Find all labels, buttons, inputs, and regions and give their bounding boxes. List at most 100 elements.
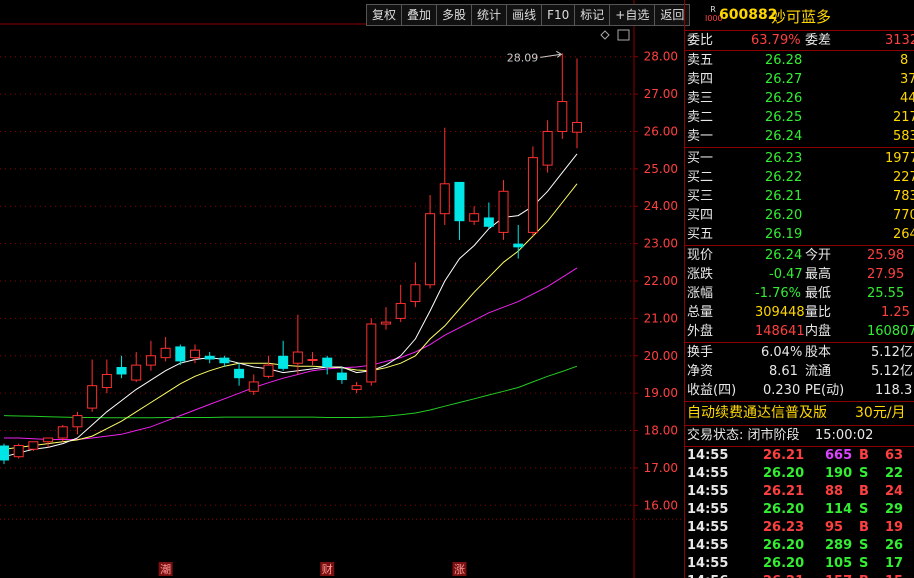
tick-time: 14:55 xyxy=(687,466,729,481)
change-pct-label: 涨幅 xyxy=(687,286,714,301)
pe-value: 118.3 xyxy=(875,383,913,398)
candle xyxy=(204,352,215,364)
buy-level: 买二 26.22 227 xyxy=(685,168,914,187)
candle xyxy=(395,284,406,323)
fund-row: 收益(四) 0.230 PE(动) 118.3 xyxy=(685,381,914,400)
level-volume: 770 xyxy=(893,208,914,223)
candle xyxy=(425,195,436,289)
level-label: 卖三 xyxy=(687,91,714,106)
candle xyxy=(439,127,450,225)
tick-n: 15 xyxy=(885,573,903,578)
statistics-button[interactable]: 统计 xyxy=(471,4,507,26)
candle xyxy=(557,53,568,139)
entrust-ratio-label: 委比 xyxy=(687,33,714,48)
inner-value: 160807 xyxy=(867,324,914,339)
stat-row: 现价 26.24 今开 25.98 xyxy=(685,246,914,265)
level-price: 26.21 xyxy=(765,189,803,204)
candle xyxy=(307,352,318,366)
candle-body xyxy=(513,243,524,248)
candle-body xyxy=(498,190,509,233)
candle-body xyxy=(425,213,436,286)
entrust-diff-label: 委差 xyxy=(805,33,832,48)
tick-vol: 157 xyxy=(825,573,852,578)
candle-body xyxy=(542,130,553,166)
y-tick-label: 20.00 xyxy=(644,349,678,363)
restore-rights-button[interactable]: 复权 xyxy=(366,4,402,26)
candle-body xyxy=(278,355,289,369)
candle xyxy=(87,359,98,412)
overlay-button[interactable]: 叠加 xyxy=(401,4,437,26)
ma20-line xyxy=(4,267,578,440)
f10-button[interactable]: F10 xyxy=(541,4,575,26)
candle-body xyxy=(395,302,406,319)
tick-n: 29 xyxy=(885,502,904,517)
level-label: 卖二 xyxy=(687,110,714,125)
candle xyxy=(336,366,347,384)
y-tick-label: 24.00 xyxy=(644,199,678,213)
mark-button[interactable]: 标记 xyxy=(574,4,610,26)
promo-text[interactable]: 自动续费通达信普及版 xyxy=(687,402,827,424)
candle-body xyxy=(439,183,450,215)
level-label: 买三 xyxy=(687,189,714,204)
candle-body xyxy=(175,346,186,362)
candle-body xyxy=(248,381,259,392)
candle xyxy=(381,307,391,330)
window-icon[interactable] xyxy=(617,29,630,41)
candle-body xyxy=(190,349,200,359)
tick-n: 24 xyxy=(885,484,904,499)
buy-level: 买四 26.20 770 xyxy=(685,206,914,225)
candle xyxy=(28,441,39,452)
y-tick-label: 19.00 xyxy=(644,386,678,400)
candle-body xyxy=(263,364,274,377)
promo-price[interactable]: 30元/月 xyxy=(855,402,906,424)
tick-vol: 190 xyxy=(825,466,853,481)
open-value: 25.98 xyxy=(867,248,905,263)
change-value: -0.47 xyxy=(769,267,803,282)
stock-code: 600882 xyxy=(719,7,778,23)
kline-chart[interactable]: 16.00 17.00 18.00 19.00 20.00 21.00 22.00 23.00… xyxy=(0,0,684,578)
promo-banner[interactable]: 自动续费通达信普及版 30元/月 xyxy=(685,402,914,424)
candle-body xyxy=(410,284,421,303)
tick-time: 14:55 xyxy=(687,538,729,553)
stat-row: 总量 309448 量比 1.25 xyxy=(685,303,914,322)
volume-value: 309448 xyxy=(755,305,805,320)
tick-n: 17 xyxy=(885,556,904,571)
candle-body xyxy=(87,385,98,409)
candle-body xyxy=(307,359,318,362)
candle-body xyxy=(454,181,465,222)
tick-bs: S xyxy=(859,502,869,517)
high-annotation: 28.09 xyxy=(507,51,539,64)
candle xyxy=(498,180,509,240)
level-label: 卖四 xyxy=(687,72,714,87)
candle-body xyxy=(116,366,127,375)
level-price: 26.22 xyxy=(765,170,803,185)
float-value: 5.12亿 xyxy=(871,364,913,379)
tick-time: 14:56 xyxy=(687,573,728,578)
high-value: 27.95 xyxy=(867,267,905,282)
divider xyxy=(685,147,914,148)
chart-corner-icons[interactable] xyxy=(600,29,630,41)
sell-level: 卖一 26.24 583 xyxy=(685,127,914,146)
event-marker-label: 财 xyxy=(322,562,333,576)
candle xyxy=(145,340,156,371)
diamond-icon[interactable] xyxy=(600,30,610,40)
tick-n: 19 xyxy=(885,520,904,535)
candle xyxy=(410,262,421,308)
eps-value: 0.230 xyxy=(763,383,801,398)
eps-label: 收益(四) xyxy=(687,383,737,398)
candle xyxy=(322,355,333,375)
candle-body xyxy=(322,357,333,367)
tick-bs: S xyxy=(859,538,869,553)
buy-level: 买三 26.21 783 xyxy=(685,187,914,206)
tick-n: 63 xyxy=(885,448,904,463)
y-tick-label: 16.00 xyxy=(644,498,678,512)
draw-line-button[interactable]: 画线 xyxy=(506,4,542,26)
candle xyxy=(454,181,465,240)
stock-header: R I000 600882 妙可蓝多 xyxy=(685,0,914,30)
add-watchlist-button[interactable]: +自选 xyxy=(609,4,655,26)
tick-vol: 665 xyxy=(825,448,853,463)
y-tick-label: 22.00 xyxy=(644,274,678,288)
level-volume: 1977 xyxy=(885,151,914,166)
tick-price: 26.20 xyxy=(763,502,805,517)
multi-stock-button[interactable]: 多股 xyxy=(436,4,472,26)
